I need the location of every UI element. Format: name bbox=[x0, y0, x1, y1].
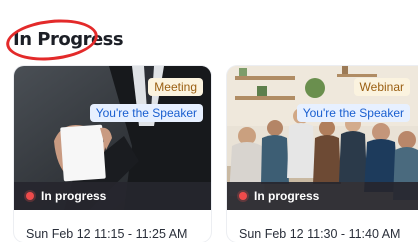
speaker-role-badge: You're the Speaker bbox=[89, 104, 203, 122]
speaker-role-badge: You're the Speaker bbox=[296, 104, 410, 122]
session-card-webinar[interactable]: Webinar You're the Speaker In progress S… bbox=[227, 66, 418, 242]
status-bar: In progress bbox=[227, 182, 418, 210]
session-type-badge: Meeting bbox=[148, 78, 203, 96]
status-dot-icon bbox=[26, 192, 34, 200]
session-thumbnail: Webinar You're the Speaker In progress bbox=[227, 66, 418, 210]
session-time: Sun Feb 12 11:15 - 11:25 AM bbox=[26, 227, 188, 241]
status-bar: In progress bbox=[14, 182, 211, 210]
session-card-meeting[interactable]: Meeting You're the Speaker In progress S… bbox=[14, 66, 211, 242]
session-thumbnail: Meeting You're the Speaker In progress bbox=[14, 66, 211, 210]
session-time: Sun Feb 12 11:30 - 11:40 AM bbox=[239, 227, 401, 241]
session-type-badge: Webinar bbox=[353, 78, 410, 96]
status-label: In progress bbox=[41, 189, 107, 203]
annotation-highlight-circle bbox=[4, 15, 100, 65]
status-dot-icon bbox=[239, 192, 247, 200]
status-label: In progress bbox=[254, 189, 320, 203]
